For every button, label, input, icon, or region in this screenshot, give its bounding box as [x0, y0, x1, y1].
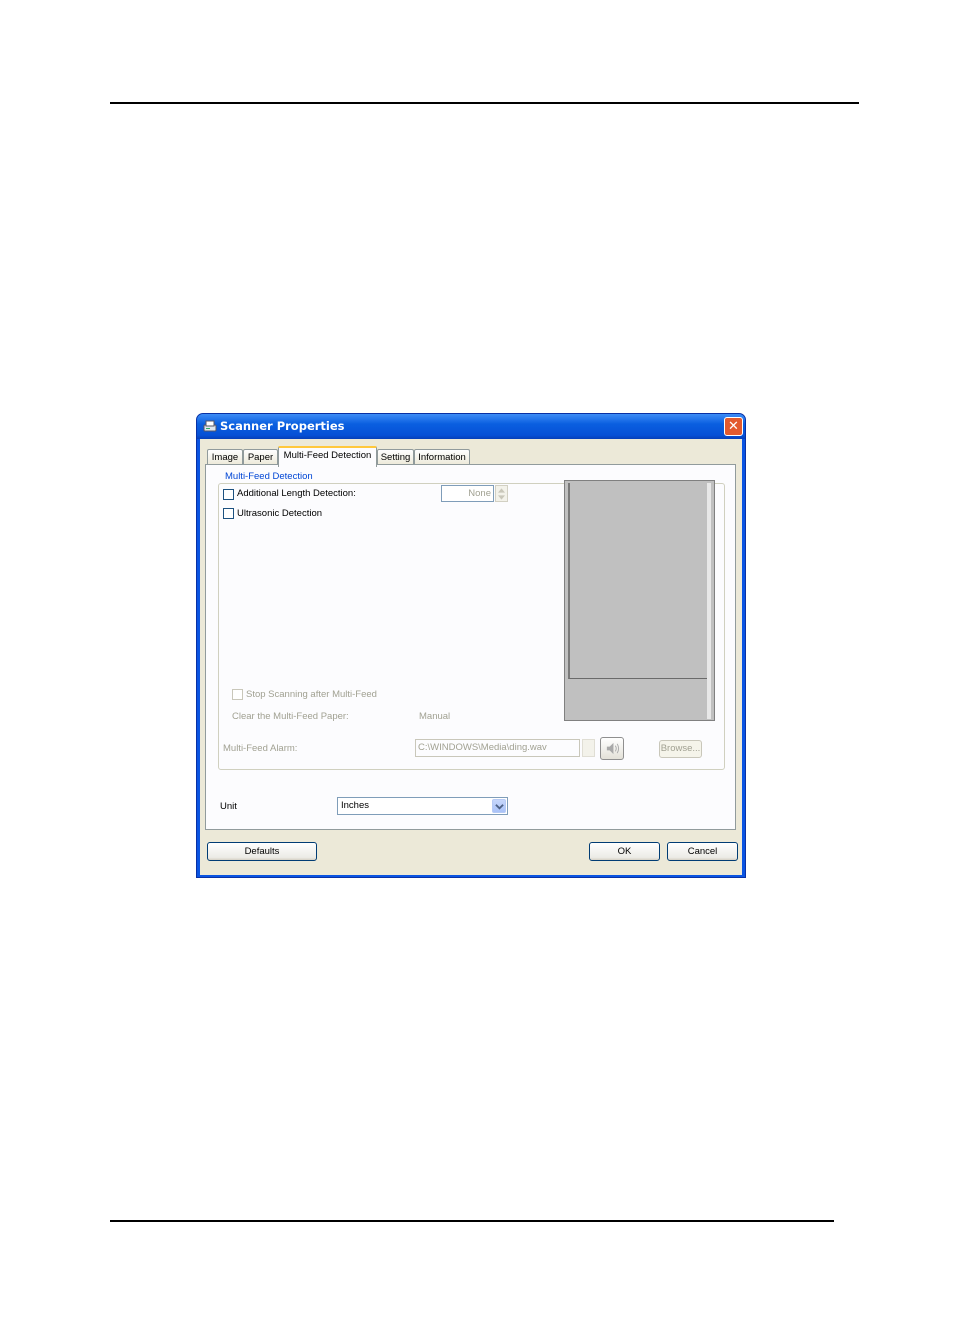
additional-length-spinner[interactable]	[495, 485, 508, 502]
window-title: Scanner Properties	[220, 419, 345, 433]
alarm-spinner[interactable]	[582, 739, 595, 757]
title-bar[interactable]: Scanner Properties ✕	[197, 414, 745, 439]
tab-setting[interactable]: Setting	[377, 449, 414, 465]
browse-button[interactable]: Browse...	[659, 740, 702, 758]
alarm-path-value: C:\WINDOWS\Media\ding.wav	[418, 742, 547, 753]
tab-multi-feed-detection[interactable]: Multi-Feed Detection	[278, 446, 377, 467]
alarm-path-field[interactable]: C:\WINDOWS\Media\ding.wav	[415, 739, 580, 757]
page-bottom-rule	[110, 1220, 834, 1222]
tab-panel: Multi-Feed Detection Additional Length D…	[205, 464, 736, 830]
unit-selected-value: Inches	[341, 800, 369, 811]
preview-page	[568, 483, 709, 679]
preview-scrollbar[interactable]	[707, 483, 711, 719]
additional-length-checkbox[interactable]	[223, 489, 234, 500]
play-alarm-button[interactable]	[600, 737, 624, 760]
preview-area	[564, 480, 715, 721]
groupbox-title: Multi-Feed Detection	[223, 471, 315, 482]
scanner-properties-dialog: Scanner Properties ✕ Image Paper Multi-F…	[196, 413, 746, 878]
additional-length-value: None	[468, 488, 491, 499]
dialog-client-area: Image Paper Multi-Feed Detection Setting…	[200, 439, 742, 875]
alarm-label: Multi-Feed Alarm:	[223, 743, 298, 754]
scanner-icon	[203, 420, 217, 432]
additional-length-input[interactable]: None	[441, 485, 494, 502]
clear-paper-label: Clear the Multi-Feed Paper:	[232, 711, 349, 722]
unit-select[interactable]: Inches	[337, 797, 508, 815]
cancel-button[interactable]: Cancel	[667, 842, 738, 861]
dropdown-arrow-icon[interactable]	[492, 799, 506, 813]
stop-scanning-label: Stop Scanning after Multi-Feed	[246, 689, 377, 700]
tab-paper[interactable]: Paper	[243, 449, 278, 465]
spin-down-icon[interactable]	[498, 495, 505, 500]
additional-length-label: Additional Length Detection:	[237, 488, 356, 499]
page-top-rule	[110, 102, 859, 104]
defaults-button[interactable]: Defaults	[207, 842, 317, 861]
speaker-icon	[606, 742, 620, 755]
tab-image[interactable]: Image	[207, 449, 243, 465]
tab-information[interactable]: Information	[414, 449, 470, 465]
ultrasonic-checkbox[interactable]	[223, 508, 234, 519]
spin-up-icon[interactable]	[498, 488, 505, 493]
unit-label: Unit	[220, 801, 237, 812]
close-icon[interactable]: ✕	[724, 417, 743, 436]
stop-scanning-checkbox[interactable]	[232, 689, 243, 700]
clear-paper-value: Manual	[419, 711, 451, 722]
ultrasonic-label: Ultrasonic Detection	[237, 508, 323, 519]
ok-button[interactable]: OK	[589, 842, 660, 861]
